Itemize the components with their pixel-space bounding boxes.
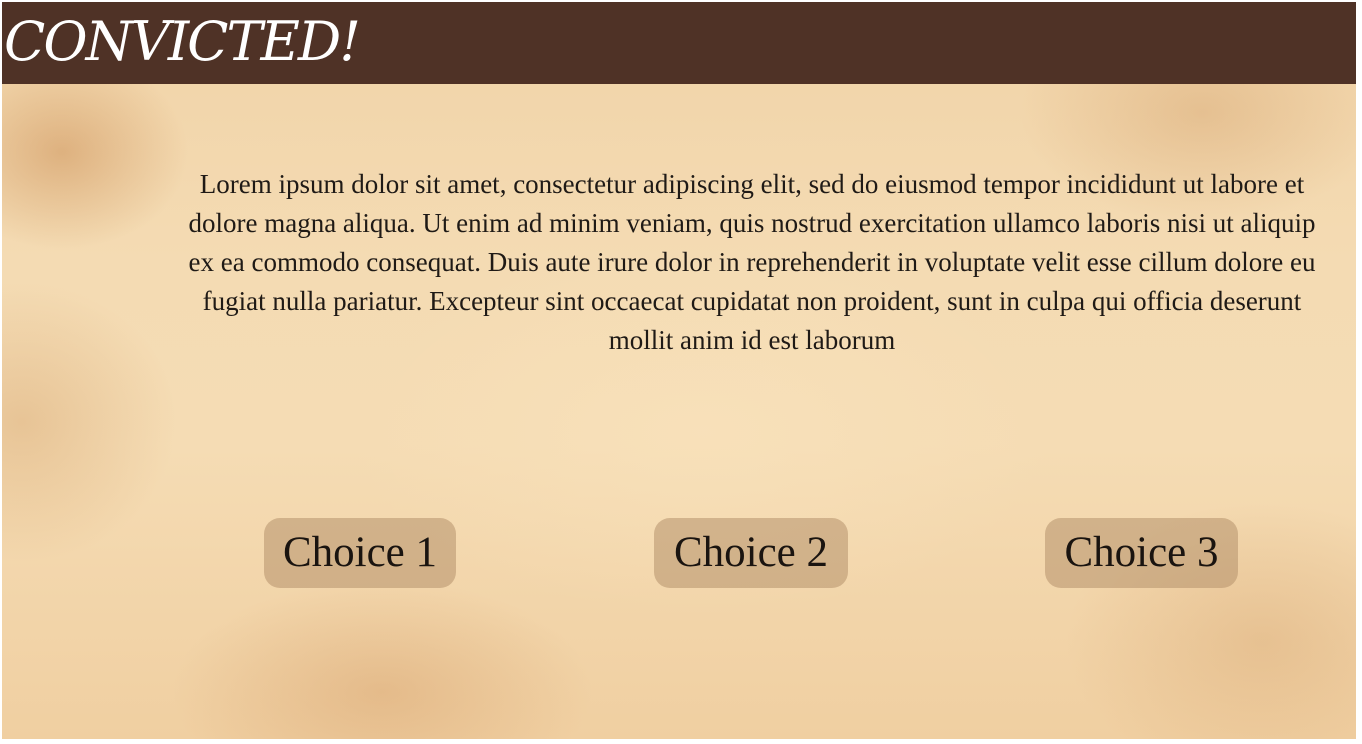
choice-2-button[interactable]: Choice 2 xyxy=(654,518,848,588)
choice-1-button[interactable]: Choice 1 xyxy=(264,518,456,588)
choice-3-button[interactable]: Choice 3 xyxy=(1045,518,1238,588)
story-text: Lorem ipsum dolor sit amet, consectetur … xyxy=(188,169,1316,355)
header-bar: CONVICTED! xyxy=(2,2,1356,84)
game-title: CONVICTED! xyxy=(4,10,361,73)
game-screen: CONVICTED! Lorem ipsum dolor sit amet, c… xyxy=(2,2,1356,739)
